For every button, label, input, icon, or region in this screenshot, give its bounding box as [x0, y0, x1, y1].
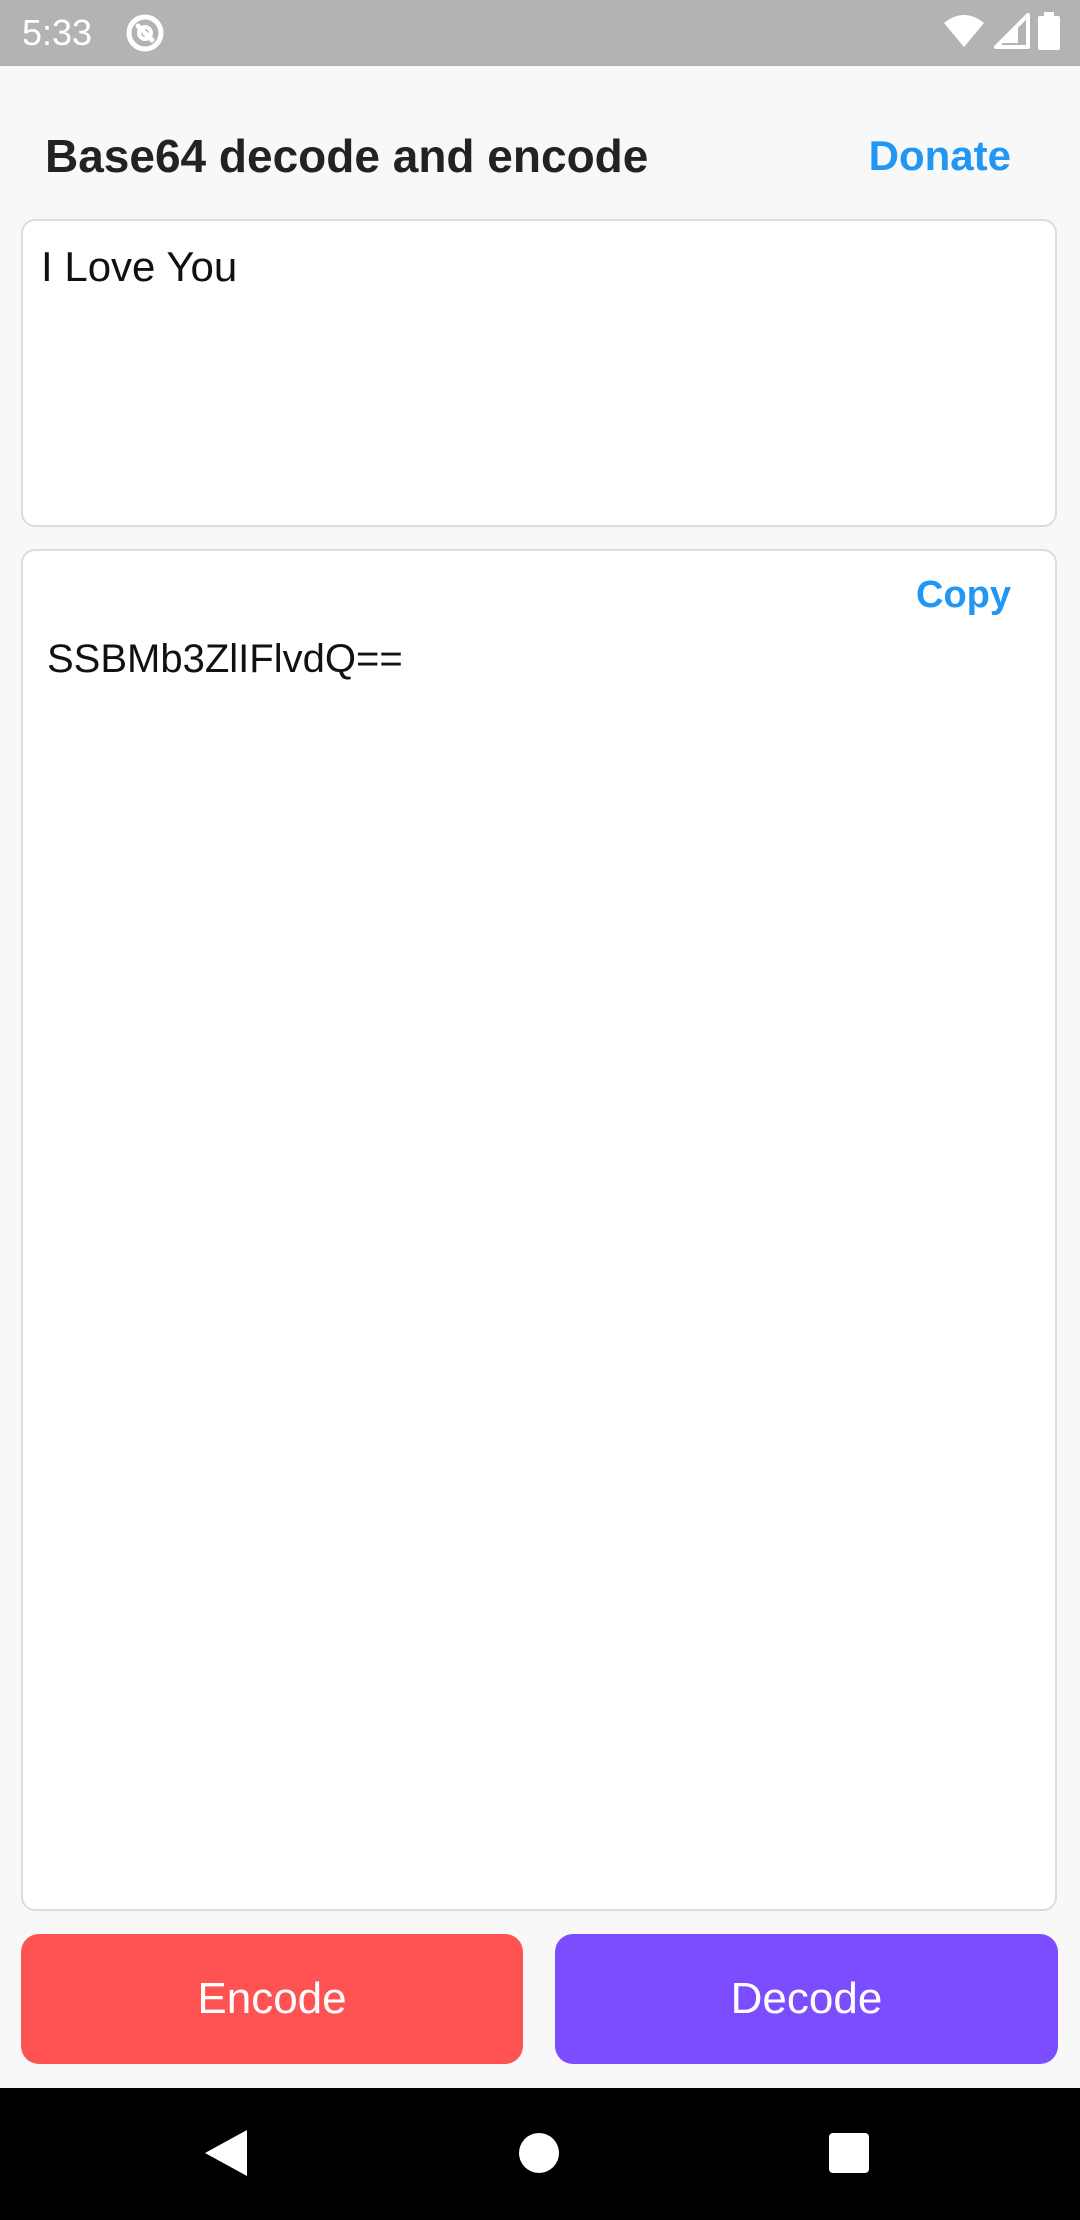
status-icons	[942, 11, 1060, 55]
back-icon[interactable]	[205, 2128, 249, 2183]
output-panel[interactable]: Copy SSBMb3ZlIFlvdQ==	[21, 549, 1057, 1911]
donate-button[interactable]: Donate	[869, 128, 1011, 184]
decode-button[interactable]: Decode	[555, 1934, 1058, 2064]
app-screen: 5:33 Base64 decode and encode Donate I L…	[0, 0, 1080, 2220]
notification-icon	[124, 12, 166, 54]
app-header: Base64 decode and encode Donate	[0, 66, 1080, 216]
status-bar: 5:33	[0, 0, 1080, 66]
battery-icon	[1038, 11, 1060, 55]
copy-button[interactable]: Copy	[916, 569, 1011, 621]
input-textarea[interactable]: I Love You	[21, 219, 1057, 527]
home-icon[interactable]	[519, 2133, 559, 2173]
page-title: Base64 decode and encode	[45, 130, 649, 182]
output-text: SSBMb3ZlIFlvdQ==	[47, 637, 403, 681]
signal-icon	[994, 12, 1030, 54]
input-text: I Love You	[41, 243, 238, 290]
navigation-bar	[0, 2088, 1080, 2220]
status-time: 5:33	[22, 12, 93, 53]
encode-button[interactable]: Encode	[21, 1934, 523, 2064]
recents-icon[interactable]	[829, 2133, 869, 2173]
wifi-icon	[942, 13, 986, 54]
